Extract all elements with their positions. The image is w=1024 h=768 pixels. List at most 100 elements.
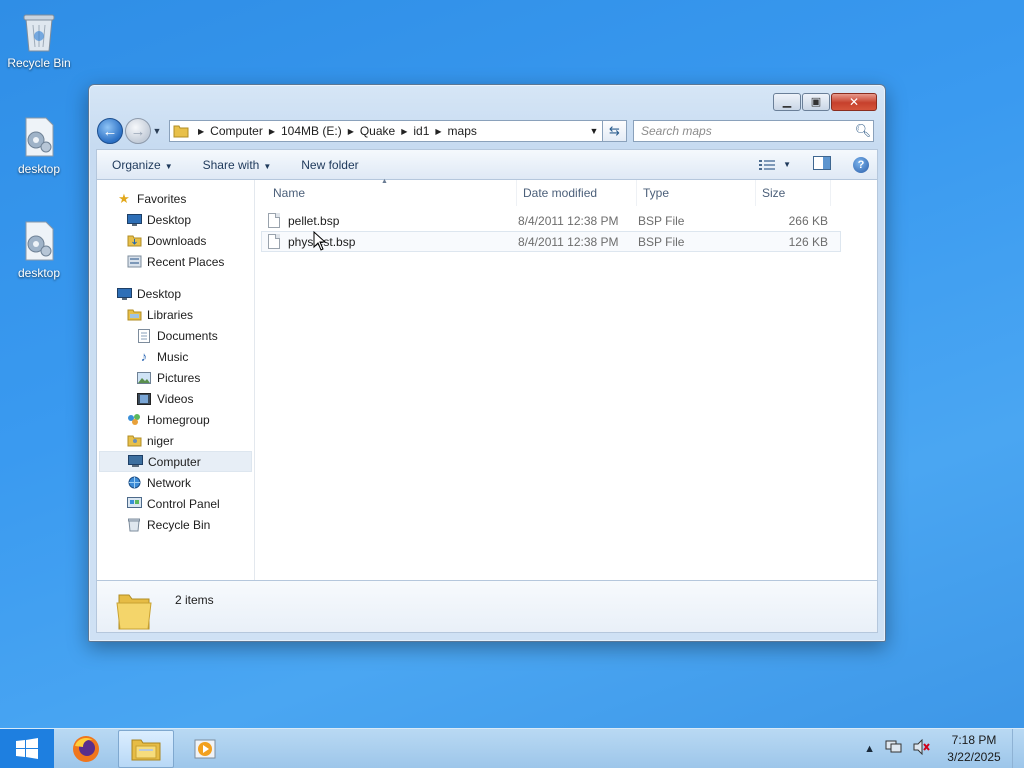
file-icon <box>268 213 280 228</box>
file-explorer-icon <box>131 739 161 760</box>
taskbar: ▲ 7:18 PM 3/22/2025 <box>0 728 1024 768</box>
computer-icon <box>126 454 144 470</box>
settings-file-icon <box>19 218 59 264</box>
chevron-down-icon: ▼ <box>783 160 791 169</box>
restore-button[interactable]: ▣ <box>802 93 830 111</box>
command-bar: Organize ▼ Share with ▼ New folder ▼ ? <box>96 149 878 179</box>
desktop-icon-label: Recycle Bin <box>7 56 71 70</box>
chevron-down-icon: ▼ <box>164 161 173 171</box>
nav-computer[interactable]: Computer <box>99 451 252 472</box>
nav-label: Downloads <box>147 233 207 248</box>
start-button[interactable] <box>0 728 54 768</box>
breadcrumb-separator-icon[interactable]: ▶ <box>348 127 354 136</box>
minimize-button[interactable]: ▁ <box>773 93 801 111</box>
back-button[interactable]: ← <box>97 118 123 144</box>
nav-favorites-recent-places[interactable]: Recent Places <box>97 251 254 272</box>
search-input[interactable]: Search maps 🔍︎ <box>633 120 874 142</box>
new-folder-button[interactable]: New folder <box>296 155 363 175</box>
column-header-label: Type <box>643 185 670 200</box>
libraries-icon <box>125 307 143 323</box>
organize-button[interactable]: Organize ▼ <box>107 155 178 175</box>
nav-favorites-downloads[interactable]: Downloads <box>97 230 254 251</box>
nav-control-panel[interactable]: Control Panel <box>97 493 254 514</box>
nav-favorites-desktop[interactable]: Desktop <box>97 209 254 230</box>
file-row[interactable]: phystest.bsp 8/4/2011 12:38 PM BSP File … <box>261 231 841 252</box>
breadcrumb-separator-icon[interactable]: ▶ <box>269 127 275 136</box>
taskbar-file-explorer[interactable] <box>118 729 174 768</box>
breadcrumb-separator-icon[interactable]: ▶ <box>401 127 407 136</box>
breadcrumb-maps[interactable]: maps <box>448 124 477 138</box>
column-header-type[interactable]: Type <box>637 179 756 206</box>
desktop-icon-label: desktop <box>17 162 61 176</box>
taskbar-firefox[interactable] <box>58 730 114 768</box>
column-headers: ▲ Name Date modified Type Size <box>255 177 877 206</box>
address-bar[interactable]: ▶ Computer ▶ 104MB (E:) ▶ Quake ▶ id1 ▶ … <box>169 120 603 142</box>
desktop-icon-recycle-bin[interactable]: Recycle Bin <box>1 8 77 70</box>
breadcrumb-drive[interactable]: 104MB (E:) <box>281 124 342 138</box>
nav-user-folder[interactable]: niger <box>97 430 254 451</box>
file-row[interactable]: pellet.bsp 8/4/2011 12:38 PM BSP File 26… <box>261 210 841 231</box>
explorer-window: ▁ ▣ ✕ ← → ▼ ▶ Computer ▶ 104MB (E:) ▶ Qu… <box>88 84 886 642</box>
new-folder-label: New folder <box>301 157 359 172</box>
nav-homegroup[interactable]: Homegroup <box>97 409 254 430</box>
address-dropdown-icon[interactable]: ▼ <box>586 126 602 136</box>
navigation-row: ← → ▼ ▶ Computer ▶ 104MB (E:) ▶ Quake ▶ … <box>97 117 877 145</box>
nav-libraries[interactable]: Libraries <box>97 304 254 325</box>
column-header-name[interactable]: ▲ Name <box>255 177 517 206</box>
content-panes: ★ Favorites Desktop Downloads Recent Pla… <box>96 177 878 581</box>
desktop-icon-label: desktop <box>17 266 61 280</box>
preview-pane-button[interactable] <box>813 156 831 173</box>
help-icon[interactable]: ? <box>853 156 869 173</box>
back-arrow-icon: ← <box>102 122 118 140</box>
recycle-bin-icon <box>19 8 59 54</box>
desktop-icon-desktop-1[interactable]: desktop <box>1 114 77 176</box>
show-desktop-button[interactable] <box>1012 728 1024 768</box>
clock[interactable]: 7:18 PM 3/22/2025 <box>942 732 1006 766</box>
desktop-icon-desktop-2[interactable]: desktop <box>1 218 77 280</box>
nav-recycle-bin[interactable]: Recycle Bin <box>97 514 254 535</box>
nav-label: Recycle Bin <box>147 517 211 532</box>
column-header-size[interactable]: Size <box>756 179 831 206</box>
nav-network[interactable]: Network <box>97 472 254 493</box>
nav-desktop[interactable]: Desktop <box>97 283 254 304</box>
nav-label: Control Panel <box>147 496 220 511</box>
breadcrumb-separator-icon[interactable]: ▶ <box>435 127 441 136</box>
sort-ascending-icon: ▲ <box>381 177 388 185</box>
taskbar-media-player[interactable] <box>178 730 234 768</box>
details-pane: 2 items <box>96 581 878 633</box>
nav-libraries-pictures[interactable]: Pictures <box>97 367 254 388</box>
recent-locations-dropdown[interactable]: ▼ <box>151 126 163 136</box>
forward-arrow-icon: → <box>130 122 146 140</box>
breadcrumb-separator-icon[interactable]: ▶ <box>198 127 204 136</box>
nav-libraries-videos[interactable]: Videos <box>97 388 254 409</box>
item-count: 2 items <box>175 593 214 607</box>
forward-button[interactable]: → <box>125 118 151 144</box>
show-hidden-icons-icon[interactable]: ▲ <box>864 743 875 755</box>
breadcrumb-computer[interactable]: Computer <box>210 124 263 138</box>
close-button[interactable]: ✕ <box>831 93 877 111</box>
user-folder-icon <box>125 433 143 449</box>
column-header-date[interactable]: Date modified <box>517 179 637 206</box>
network-status-icon[interactable] <box>885 739 903 758</box>
share-with-label: Share with <box>202 157 260 172</box>
clock-date: 3/22/2025 <box>947 749 1001 764</box>
network-icon <box>125 475 143 491</box>
preview-pane-icon <box>813 156 831 170</box>
restore-icon: ▣ <box>810 95 822 108</box>
nav-label: Recent Places <box>147 254 225 269</box>
share-with-button[interactable]: Share with ▼ <box>198 155 277 175</box>
column-header-label: Name <box>273 185 306 200</box>
documents-icon <box>135 328 153 344</box>
downloads-icon <box>125 233 143 249</box>
change-view-button[interactable]: ▼ <box>759 159 791 171</box>
nav-label: Desktop <box>147 212 192 227</box>
nav-label: Favorites <box>137 191 187 206</box>
nav-libraries-music[interactable]: ♪ Music <box>97 346 254 367</box>
refresh-button[interactable]: ⇆ <box>603 120 627 142</box>
nav-libraries-documents[interactable]: Documents <box>97 325 254 346</box>
file-type: BSP File <box>638 213 685 228</box>
nav-favorites[interactable]: ★ Favorites <box>97 188 254 209</box>
volume-muted-icon[interactable] <box>913 738 931 758</box>
breadcrumb-quake[interactable]: Quake <box>360 124 395 138</box>
breadcrumb-id1[interactable]: id1 <box>413 124 429 138</box>
